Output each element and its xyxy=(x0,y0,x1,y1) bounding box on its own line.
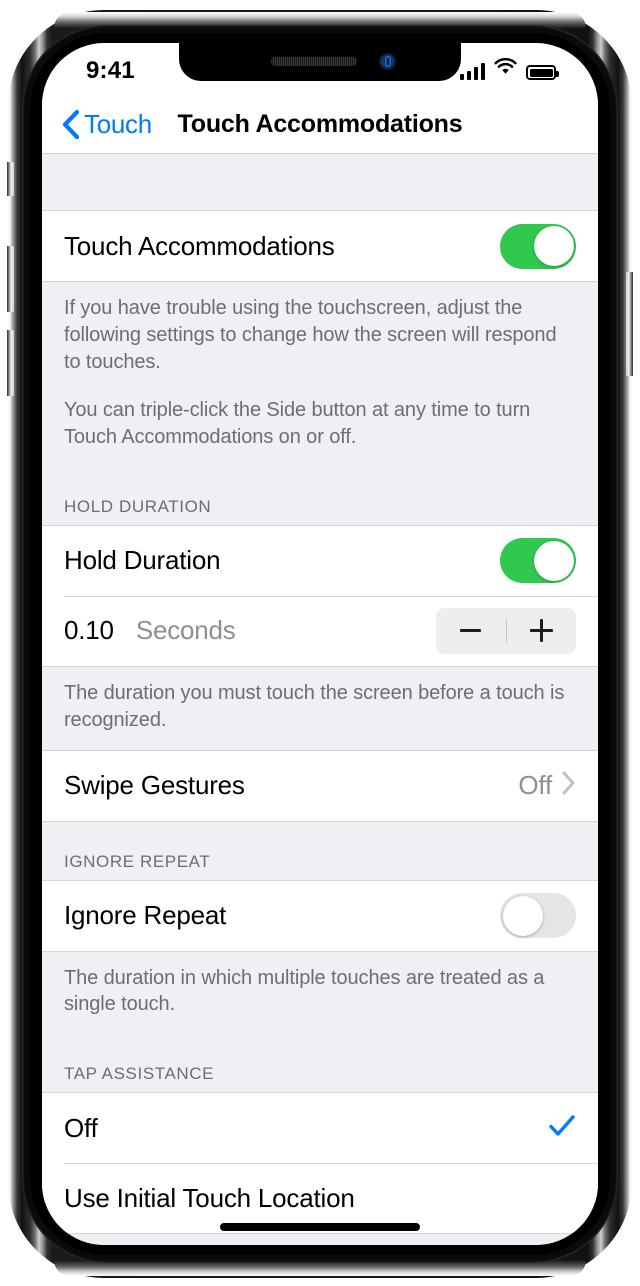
row-ignore-repeat[interactable]: Ignore Repeat xyxy=(42,880,598,951)
ignore-repeat-footer: The duration in which multiple touches a… xyxy=(42,952,598,1035)
row-hold-duration-stepper: 0.10 Seconds xyxy=(42,595,598,666)
ignore-repeat-header: IGNORE REPEAT xyxy=(64,851,211,871)
touch-accommodations-group: Touch Accommodations xyxy=(42,210,598,282)
wifi-icon xyxy=(494,57,517,80)
ignore-repeat-group: Ignore Repeat xyxy=(42,879,598,952)
hold-duration-group: Hold Duration 0.10 Seconds xyxy=(42,524,598,667)
swipe-gestures-value: Off xyxy=(518,770,552,801)
earpiece-speaker-icon xyxy=(271,57,357,66)
volume-up-button[interactable] xyxy=(7,246,14,312)
toggle-knob xyxy=(533,540,574,581)
stepper-decrement-button[interactable] xyxy=(436,608,506,654)
tap-assistance-option-label: Off xyxy=(64,1112,98,1143)
mute-switch-button[interactable] xyxy=(7,162,14,196)
tap-assistance-header: TAP ASSISTANCE xyxy=(64,1064,215,1084)
side-power-button[interactable] xyxy=(626,272,633,376)
hold-duration-footer: The duration you must touch the screen b… xyxy=(42,667,598,750)
stepper-increment-button[interactable] xyxy=(507,608,577,654)
hold-duration-header: HOLD DURATION xyxy=(64,496,212,516)
minus-icon xyxy=(460,629,482,633)
navigation-bar: Touch Touch Accommodations xyxy=(42,95,598,154)
ignore-repeat-footer-text: The duration in which multiple touches a… xyxy=(64,966,545,1016)
hold-duration-unit: Seconds xyxy=(135,615,236,646)
swipe-gestures-label: Swipe Gestures xyxy=(64,770,245,801)
volume-down-button[interactable] xyxy=(7,330,14,396)
toggle-knob xyxy=(502,895,543,936)
hold-duration-label: Hold Duration xyxy=(64,545,221,576)
swipe-gestures-group: Swipe Gestures Off xyxy=(42,749,598,822)
cellular-bars-icon xyxy=(459,63,485,80)
toggle-knob xyxy=(533,226,574,266)
hold-duration-toggle[interactable] xyxy=(500,538,576,584)
chevron-right-icon xyxy=(562,771,576,800)
notch xyxy=(179,43,461,81)
iphone-device-frame: 9:41 Touch Touch Accommodations Touch Ac… xyxy=(7,10,633,1278)
row-touch-accommodations[interactable]: Touch Accommodations xyxy=(42,211,598,281)
tap-assistance-option-label: Use Initial Touch Location xyxy=(64,1182,355,1213)
home-indicator[interactable] xyxy=(220,1223,420,1231)
footer-paragraph-1: If you have trouble using the touchscree… xyxy=(64,297,557,373)
front-camera-icon xyxy=(379,53,396,70)
settings-scroll-content[interactable]: Touch Accommodations If you have trouble… xyxy=(42,154,598,1245)
tap-assistance-group: Off Use Initial Touch Location xyxy=(42,1092,598,1235)
status-bar-clock: 9:41 xyxy=(86,57,135,84)
footer-paragraph-2: You can triple-click the Side button at … xyxy=(64,399,531,449)
touch-accommodations-footer: If you have trouble using the touchscree… xyxy=(42,282,598,467)
touch-accommodations-toggle[interactable] xyxy=(500,223,576,269)
hold-duration-value: 0.10 xyxy=(64,615,114,646)
ignore-repeat-label: Ignore Repeat xyxy=(64,900,227,931)
top-spacer xyxy=(42,154,598,210)
touch-accommodations-label: Touch Accommodations xyxy=(64,230,335,261)
battery-full-icon xyxy=(526,65,559,80)
row-hold-duration[interactable]: Hold Duration xyxy=(42,525,598,596)
status-bar-icons xyxy=(459,57,559,80)
plus-icon xyxy=(529,619,553,643)
row-swipe-gestures[interactable]: Swipe Gestures Off xyxy=(42,750,598,821)
row-tap-assistance-off[interactable]: Off xyxy=(42,1093,598,1164)
hold-duration-footer-text: The duration you must touch the screen b… xyxy=(64,681,565,731)
page-title: Touch Accommodations xyxy=(177,110,463,138)
checkmark-icon xyxy=(548,1114,576,1143)
hold-duration-stepper[interactable] xyxy=(436,607,577,654)
phone-screen: 9:41 Touch Touch Accommodations Touch Ac… xyxy=(42,43,598,1245)
ignore-repeat-toggle[interactable] xyxy=(500,893,576,939)
